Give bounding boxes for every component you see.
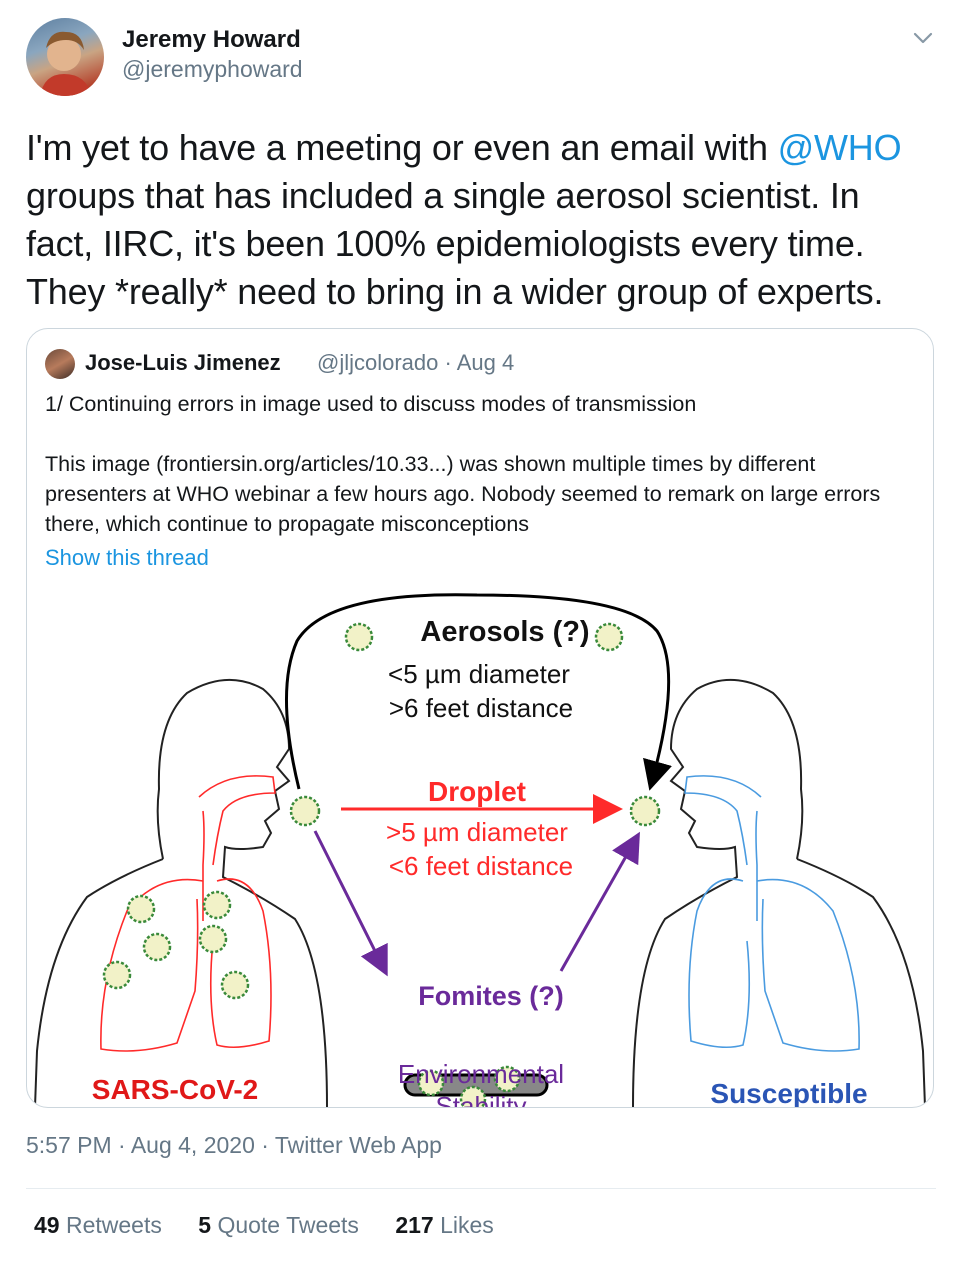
author-avatar[interactable] — [26, 18, 104, 96]
aerosols-distance: >6 feet distance — [389, 693, 573, 723]
avatar-image — [40, 31, 92, 96]
stability-label: Stability — [435, 1091, 526, 1107]
droplet-title: Droplet — [428, 776, 526, 807]
environmental-label: Environmental — [398, 1059, 564, 1089]
quoted-author-handle-date: @jljcolorado · Aug 4 — [317, 350, 515, 375]
sars-cov-2-label: SARS-CoV-2 — [92, 1074, 258, 1105]
droplet-diameter: >5 µm diameter — [386, 817, 568, 847]
fomites-title: Fomites (?) — [418, 981, 564, 1011]
left-lungs — [100, 775, 276, 1052]
transmission-figure[interactable]: Aerosols (?) <5 µm diameter >6 feet dist… — [27, 581, 933, 1107]
quoted-text: 1/ Continuing errors in image used to di… — [45, 392, 881, 536]
retweets-stat[interactable]: 49 Retweets — [34, 1212, 162, 1238]
quoted-tweet[interactable]: Jose-Luis Jimenez @jljcolorado · Aug 4 1… — [26, 328, 934, 1108]
susceptible-label: Susceptible — [710, 1078, 867, 1107]
left-person-outline — [34, 679, 328, 1107]
quote-tweets-stat[interactable]: 5 Quote Tweets — [198, 1212, 359, 1238]
right-lungs — [684, 775, 860, 1052]
tweet-timestamp[interactable]: 5:57 PM · Aug 4, 2020 · Twitter Web App — [26, 1132, 442, 1159]
chevron-down-icon[interactable] — [908, 24, 938, 52]
aerosols-title: Aerosols (?) — [420, 616, 589, 648]
droplet-distance: <6 feet distance — [389, 851, 573, 881]
aerosols-diameter: <5 µm diameter — [388, 659, 570, 689]
author-name[interactable]: Jeremy Howard — [122, 26, 301, 54]
show-thread-link[interactable]: Show this thread — [45, 545, 209, 571]
author-handle[interactable]: @jeremyphoward — [122, 56, 303, 83]
engagement-stats: 49 Retweets 5 Quote Tweets 217 Likes — [34, 1212, 524, 1239]
divider — [26, 1188, 936, 1189]
virus-particles — [102, 622, 661, 1107]
mention-link[interactable]: @WHO — [778, 127, 902, 168]
quoted-author-name: Jose-Luis Jimenez — [85, 350, 281, 375]
right-person-outline — [632, 679, 926, 1107]
fomite-arrow-down — [313, 830, 388, 977]
likes-stat[interactable]: 217 Likes — [395, 1212, 493, 1238]
quoted-author-avatar — [45, 349, 75, 379]
tweet-text: I'm yet to have a meeting or even an ema… — [26, 127, 902, 312]
